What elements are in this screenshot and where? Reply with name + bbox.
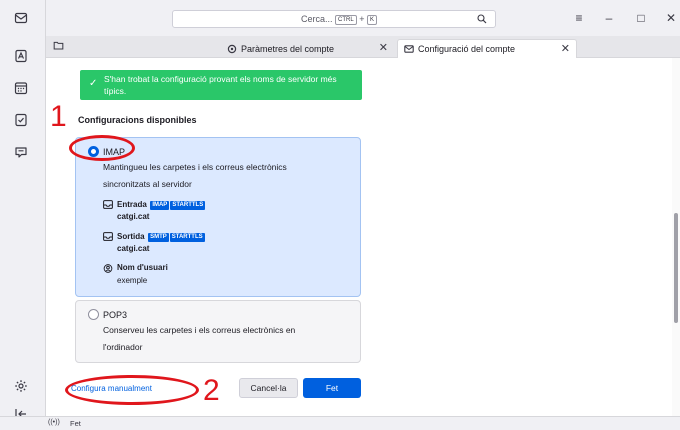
incoming-label: Entrada xyxy=(117,200,147,209)
maximize-icon[interactable]: □ xyxy=(632,9,650,27)
tab-account-setup[interactable]: Configuració del compte ✕ xyxy=(397,39,577,58)
done-button[interactable]: Fet xyxy=(303,378,361,398)
tab-account-settings[interactable]: Paràmetres del compte ✕ xyxy=(224,39,394,58)
outgoing-protocol-badge: SMTP xyxy=(148,233,169,242)
annotation-number-1: 1 xyxy=(50,100,67,133)
notice-text: S'han trobat la configuració provant els… xyxy=(104,74,337,96)
imap-description: Mantingueu les carpetes i els correus el… xyxy=(103,162,287,189)
outgoing-host: catgi.cat xyxy=(117,244,150,253)
pop3-description: Conserveu les carpetes i els correus ele… xyxy=(103,325,296,352)
scrollbar-thumb[interactable] xyxy=(674,213,678,323)
pop3-label: POP3 xyxy=(103,310,128,320)
settings-gear-icon[interactable] xyxy=(11,376,31,396)
annotation-ellipse-imap xyxy=(69,135,135,161)
minimize-icon[interactable]: – xyxy=(600,9,618,27)
tab-label: Paràmetres del compte xyxy=(241,43,335,54)
username-value: exemple xyxy=(117,276,148,285)
pop3-option-card[interactable]: POP3 Conserveu les carpetes i els correu… xyxy=(75,300,361,363)
title-bar: Cerca... CTRL + K ≡ – □ ✕ xyxy=(46,0,680,36)
tasks-icon[interactable] xyxy=(11,110,31,130)
outbox-icon xyxy=(103,232,113,241)
annotation-number-2: 2 xyxy=(203,374,220,407)
mail-icon[interactable] xyxy=(11,8,31,28)
success-notice: ✓ S'han trobat la configuració provant e… xyxy=(80,70,362,100)
incoming-host: catgi.cat xyxy=(117,212,150,221)
username-label: Nom d'usuari xyxy=(117,263,168,272)
app-menu-icon[interactable]: ≡ xyxy=(570,9,588,27)
shortcut-plus: + xyxy=(359,14,365,24)
folder-pane-icon[interactable] xyxy=(50,37,66,53)
tab-bar: Paràmetres del compte ✕ Configuració del… xyxy=(46,36,680,58)
user-icon xyxy=(103,264,113,273)
cancel-button[interactable]: Cancel·la xyxy=(239,378,298,398)
check-icon: ✓ xyxy=(89,78,98,89)
status-text: Fet xyxy=(70,419,81,428)
window-close-icon[interactable]: ✕ xyxy=(662,9,680,27)
gear-icon xyxy=(227,44,237,53)
outgoing-row: Sortida SMTP STARTTLS xyxy=(117,231,205,242)
account-setup-panel: ✓ S'han trobat la configuració provant e… xyxy=(46,58,680,416)
imap-option-card[interactable]: IMAP Mantingueu les carpetes i els corre… xyxy=(75,137,361,297)
incoming-protocol-badge: IMAP xyxy=(150,201,170,210)
search-placeholder: Cerca... CTRL + K xyxy=(301,14,378,25)
incoming-row: Entrada IMAP STARTTLS xyxy=(117,199,206,210)
outgoing-label: Sortida xyxy=(117,232,145,241)
shortcut-ctrl: CTRL xyxy=(335,15,357,25)
chat-icon[interactable] xyxy=(11,142,31,162)
pop3-radio[interactable] xyxy=(88,309,99,320)
spaces-toolbar xyxy=(0,0,46,430)
inbox-icon xyxy=(103,200,113,209)
tab-label: Configuració del compte xyxy=(418,44,516,54)
close-tab-icon[interactable]: ✕ xyxy=(379,41,388,54)
annotation-ellipse-manual xyxy=(65,375,199,405)
shortcut-k: K xyxy=(367,15,378,25)
incoming-security-badge: STARTTLS xyxy=(170,201,206,210)
mail-icon xyxy=(404,45,414,53)
scrollbar[interactable] xyxy=(672,58,680,416)
calendar-icon[interactable] xyxy=(11,78,31,98)
status-bar: ((•)) Fet xyxy=(0,416,680,430)
close-tab-icon[interactable]: ✕ xyxy=(561,42,570,55)
search-icon xyxy=(477,14,487,24)
address-book-icon[interactable] xyxy=(11,46,31,66)
outgoing-security-badge: STARTTLS xyxy=(169,233,205,242)
section-title: Configuracions disponibles xyxy=(78,115,197,125)
activity-icon: ((•)) xyxy=(48,419,60,426)
search-field[interactable]: Cerca... CTRL + K xyxy=(172,10,496,28)
